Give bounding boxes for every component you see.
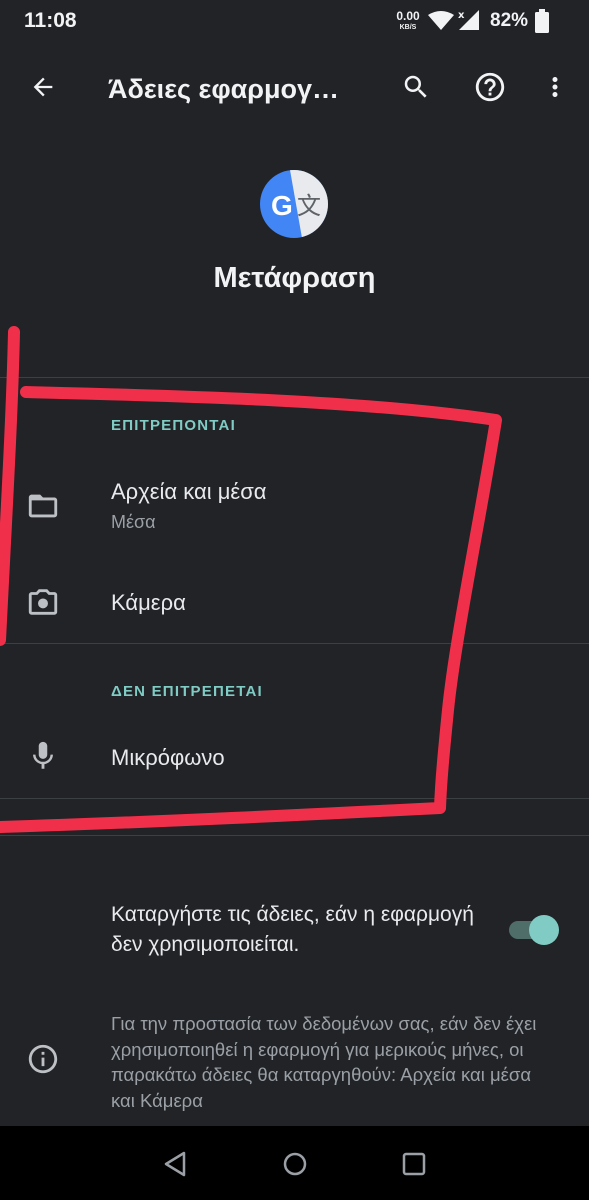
permission-item-microphone[interactable]: Μικρόφωνο	[0, 718, 589, 798]
network-speed: 0.00 KB/S	[394, 9, 422, 33]
app-name: Μετάφραση	[213, 262, 376, 294]
network-speed-value: 0.00	[396, 9, 420, 23]
permission-item-files-media[interactable]: Αρχεία και μέσα Μέσα	[0, 460, 589, 552]
section-header-allowed: ΕΠΙΤΡΕΠΟΝΤΑΙ	[111, 417, 236, 434]
divider	[0, 798, 589, 799]
status-time: 11:08	[24, 9, 77, 32]
divider	[0, 377, 589, 378]
divider	[0, 643, 589, 644]
permission-item-camera[interactable]: Κάμερα	[0, 560, 589, 644]
battery-icon	[535, 9, 549, 33]
wifi-icon	[428, 11, 454, 30]
battery-percentage: 82%	[490, 10, 529, 31]
permission-subtitle: Μέσα	[111, 512, 156, 532]
permission-title: Κάμερα	[111, 590, 186, 615]
camera-icon	[28, 589, 58, 615]
nav-recents-icon[interactable]	[398, 1148, 430, 1180]
svg-text:文: 文	[297, 192, 321, 220]
navigation-bar	[0, 1126, 589, 1200]
page-title: Άδειες εφαρμογ…	[108, 74, 340, 104]
network-speed-unit: KB/S	[399, 24, 417, 31]
google-translate-logo: G 文	[260, 170, 328, 238]
help-button[interactable]	[467, 64, 513, 110]
permission-title: Αρχεία και μέσα	[111, 479, 267, 504]
info-icon	[28, 1044, 58, 1074]
svg-text:x: x	[458, 10, 465, 21]
folder-icon	[28, 494, 58, 518]
auto-revoke-info: Για την προστασία των δεδομένων σας, εάν…	[111, 1013, 537, 1111]
signal-icon: x	[458, 10, 479, 30]
back-button[interactable]	[20, 64, 66, 110]
svg-text:G: G	[271, 190, 293, 221]
search-icon	[404, 75, 427, 98]
auto-revoke-toggle[interactable]	[509, 915, 559, 945]
nav-back-icon[interactable]	[159, 1148, 191, 1180]
search-button[interactable]	[393, 64, 439, 110]
more-options-button[interactable]	[532, 64, 578, 110]
more-vert-icon	[552, 77, 558, 97]
nav-home-icon[interactable]	[279, 1148, 311, 1180]
section-header-denied: ΔΕΝ ΕΠΙΤΡΕΠΕΤΑΙ	[111, 683, 263, 700]
app-bar: Άδειες εφαρμογ…	[0, 44, 589, 132]
permission-title: Μικρόφωνο	[111, 745, 225, 770]
microphone-icon	[33, 741, 53, 769]
auto-revoke-label: Καταργήστε τις άδειες, εάν η εφαρμογή δε…	[111, 903, 474, 956]
help-circle-icon	[475, 72, 505, 102]
status-bar: 11:08 0.00 KB/S x 82%	[0, 0, 589, 44]
arrow-back-icon	[33, 77, 53, 97]
toggle-thumb	[529, 915, 559, 945]
divider	[0, 835, 589, 836]
